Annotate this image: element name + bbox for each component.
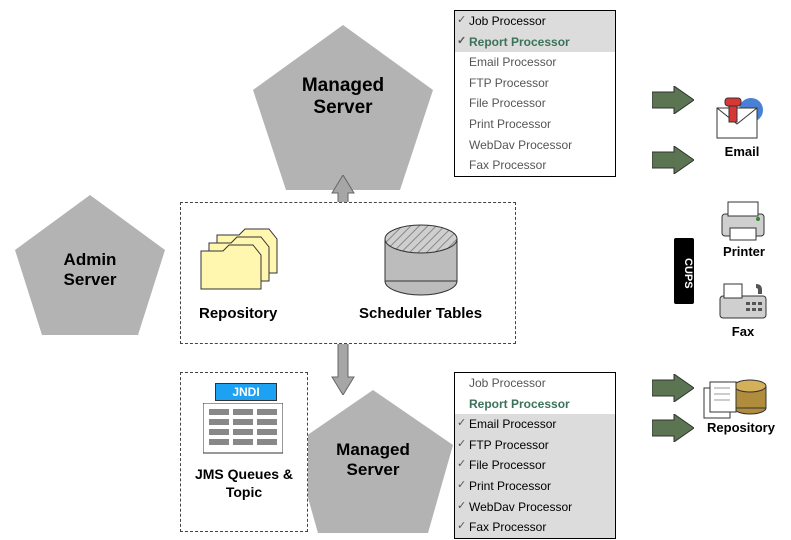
processors-bottom-item-1: Report Processor (455, 394, 615, 415)
processors-top-item-6: WebDav Processor (455, 135, 615, 156)
processors-top-item-5: Print Processor (455, 114, 615, 135)
admin-server-label: Admin Server (35, 250, 145, 290)
repository-icon (199, 219, 294, 299)
managed-server-top-label: Managed Server (278, 75, 408, 119)
processors-top-item-7: Fax Processor (455, 155, 615, 176)
jms-queue-icon (203, 403, 283, 458)
printer-icon (716, 200, 771, 244)
arrow-email (652, 86, 694, 114)
diagram-root: Admin Server Managed Server Managed Serv… (0, 0, 791, 538)
processors-bottom-item-3: FTP Processor (455, 435, 615, 456)
jms-box: JNDI JMS Queues & Topic (180, 372, 308, 532)
processors-top-item-3: FTP Processor (455, 73, 615, 94)
repository-output-icon (700, 372, 770, 422)
arrow-repo-1 (652, 374, 694, 402)
arrow-repo-2 (652, 414, 694, 442)
repository-label: Repository (199, 305, 277, 322)
shared-resources-box: Repository Scheduler Tables (180, 202, 516, 344)
printer-label: Printer (712, 244, 776, 259)
managed-server-bottom-label: Managed Server (310, 440, 436, 480)
fax-label: Fax (718, 324, 768, 339)
processors-bottom-item-4: File Processor (455, 455, 615, 476)
jndi-header: JNDI (215, 383, 277, 401)
processors-bottom-item-2: Email Processor (455, 414, 615, 435)
processors-top-item-2: Email Processor (455, 52, 615, 73)
processors-bottom-item-6: WebDav Processor (455, 497, 615, 518)
cups-label: CUPS (674, 238, 694, 304)
fax-icon (716, 280, 771, 324)
jms-label: JMS Queues & Topic (181, 465, 307, 501)
email-label: Email (710, 144, 774, 159)
processors-bottom-item-5: Print Processor (455, 476, 615, 497)
repository-output-label: Repository (698, 420, 784, 435)
processors-top-item-4: File Processor (455, 93, 615, 114)
processors-bottom-item-0: Job Processor (455, 373, 615, 394)
email-icon (715, 96, 767, 142)
arrow-printer (652, 146, 694, 174)
scheduler-tables-label: Scheduler Tables (359, 305, 482, 322)
processors-top-item-1: Report Processor (455, 32, 615, 53)
scheduler-tables-icon (381, 221, 461, 299)
processors-bottom-box: Job ProcessorReport ProcessorEmail Proce… (454, 372, 616, 539)
processors-bottom-item-7: Fax Processor (455, 517, 615, 538)
processors-top-item-0: Job Processor (455, 11, 615, 32)
processors-top-box: Job ProcessorReport ProcessorEmail Proce… (454, 10, 616, 177)
